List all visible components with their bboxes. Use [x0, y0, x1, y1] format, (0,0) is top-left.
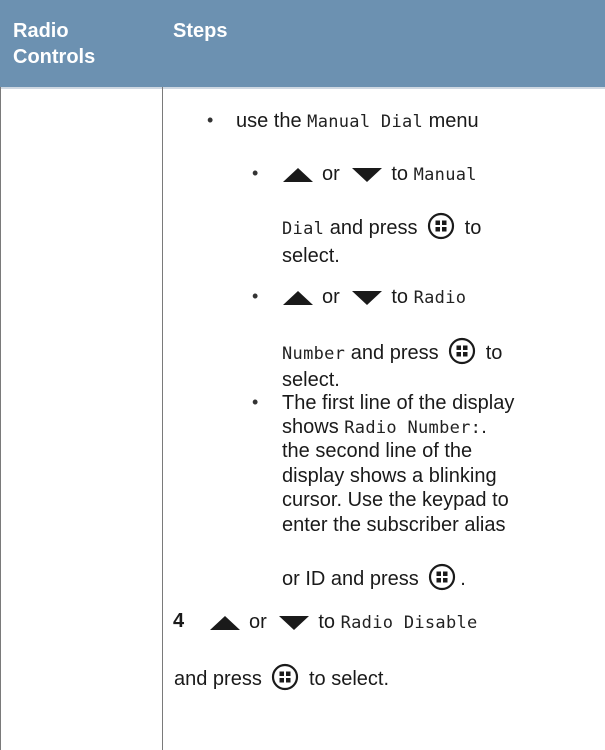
step4-line2: and press to select. [174, 663, 389, 691]
step-text: to [464, 217, 482, 239]
substep-radio-number-line2: Number and press to [282, 337, 502, 365]
step-text: or [322, 286, 340, 308]
menu-name: Manual [413, 165, 477, 185]
step-text: to [391, 286, 409, 308]
step-text: and press [174, 668, 262, 690]
header-divider [0, 87, 605, 89]
step-text: or [249, 611, 267, 633]
step4-line1: or to Radio Disable [209, 611, 478, 634]
display-text: Radio Number: [344, 418, 482, 438]
substep-display-line4: display shows a blinking [282, 465, 497, 487]
substep-manual-dial-line2: Dial and press to [282, 212, 481, 240]
step-text: or ID and press [282, 568, 419, 590]
down-arrow-icon [351, 290, 383, 306]
header-steps: Steps [173, 20, 228, 42]
step-text: or [322, 163, 340, 185]
step-text: . [460, 568, 466, 590]
substep-display-line5: cursor. Use the keypad to [282, 489, 509, 511]
bullet-marker: • [207, 110, 214, 130]
substep-display-line2: shows Radio Number:. [282, 416, 487, 439]
menu-name: Number [282, 344, 346, 364]
step-use-manual-dial: use the Manual Dial menu [236, 110, 479, 133]
up-arrow-icon [209, 615, 241, 631]
step-text: menu [428, 110, 479, 132]
menu-ok-button-icon [271, 663, 299, 691]
step-text: to [391, 163, 409, 185]
table-header: Radio Controls Steps [0, 0, 605, 87]
substep-radio-number-line1: or to Radio [282, 286, 466, 309]
substep-display-line1: The first line of the display [282, 392, 515, 414]
up-arrow-icon [282, 167, 314, 183]
step-text: use the [236, 110, 302, 132]
bullet-marker: • [252, 392, 259, 412]
menu-ok-button-icon [428, 563, 456, 591]
substep-manual-dial-line3: select. [282, 245, 340, 267]
menu-name: Manual Dial [307, 112, 424, 132]
down-arrow-icon [351, 167, 383, 183]
step-number: 4 [173, 610, 185, 632]
bullet-marker: • [252, 286, 259, 306]
step-text: to [485, 342, 503, 364]
substep-radio-number-line3: select. [282, 369, 340, 391]
up-arrow-icon [282, 290, 314, 306]
header-radio-controls: Radio Controls [13, 20, 96, 68]
menu-name: Radio Disable [340, 613, 478, 633]
table-column-divider [162, 87, 163, 750]
menu-ok-button-icon [427, 212, 455, 240]
table-left-border [0, 87, 1, 750]
substep-manual-dial-line1: or to Manual [282, 163, 477, 186]
menu-name: Dial [282, 219, 325, 239]
step-text: shows [282, 416, 339, 438]
substep-display-line3: the second line of the [282, 440, 473, 462]
step-text: and press [329, 217, 418, 239]
menu-ok-button-icon [448, 337, 476, 365]
step-text: to select. [308, 668, 390, 690]
bullet-marker: • [252, 163, 259, 183]
step-text: . [481, 416, 487, 438]
down-arrow-icon [278, 615, 310, 631]
step-text: to [318, 611, 336, 633]
menu-name: Radio [413, 288, 467, 308]
substep-display-line7: or ID and press . [282, 563, 466, 591]
substep-display-line6: enter the subscriber alias [282, 514, 506, 536]
step-text: and press [350, 342, 439, 364]
